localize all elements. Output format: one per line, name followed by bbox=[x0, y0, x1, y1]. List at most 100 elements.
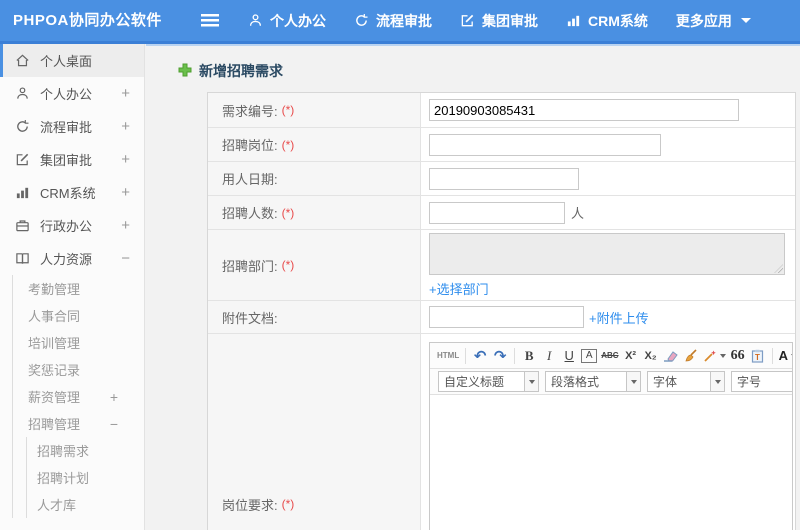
page-title-text: 新增招聘需求 bbox=[199, 63, 283, 79]
hr-submenu: 考勤管理 人事合同 培训管理 奖惩记录 薪资管理 + 招聘管理 − 招聘需求 招… bbox=[12, 275, 144, 518]
sidebar-item-workflow-approval[interactable]: 流程审批 + bbox=[0, 110, 144, 143]
form-row-job-requirements: 岗位要求: (*) HTML ↶ ↷ B I U A ABC X² X₂ 66 … bbox=[208, 334, 795, 530]
font-size-select[interactable]: 字号 bbox=[731, 371, 792, 392]
bold-button[interactable]: B bbox=[521, 346, 537, 366]
submenu-item-attendance[interactable]: 考勤管理 bbox=[13, 275, 144, 302]
paste-as-text-button[interactable]: T bbox=[750, 346, 766, 366]
submenu-label: 人事合同 bbox=[28, 309, 81, 324]
nav-workflow-approval[interactable]: 流程审批 bbox=[354, 11, 432, 31]
submenu-label: 招聘需求 bbox=[37, 444, 90, 459]
sidebar-item-personal-desktop[interactable]: 个人桌面 bbox=[0, 44, 144, 77]
expand-toggle[interactable]: + bbox=[121, 118, 130, 135]
submenu-label: 培训管理 bbox=[28, 336, 81, 351]
remove-format-eraser-button[interactable] bbox=[663, 346, 679, 366]
nav-label: 更多应用 bbox=[675, 12, 732, 29]
hire-date-input[interactable] bbox=[429, 167, 579, 190]
magic-wand-button[interactable] bbox=[703, 346, 726, 366]
submenu-item-recruit-demand[interactable]: 招聘需求 bbox=[27, 437, 144, 464]
toolbar-separator bbox=[514, 347, 516, 364]
label-text: 附件文档: bbox=[222, 310, 278, 326]
submenu-item-hr-contract[interactable]: 人事合同 bbox=[13, 302, 144, 329]
expand-toggle[interactable]: + bbox=[121, 184, 130, 201]
strikethrough-button[interactable]: ABC bbox=[601, 346, 618, 366]
hamburger-menu-icon[interactable] bbox=[201, 14, 219, 27]
blockquote-button[interactable]: 66 bbox=[730, 346, 746, 366]
sidebar-item-label: 行政办公 bbox=[40, 219, 93, 234]
nav-more-apps[interactable]: 更多应用 bbox=[676, 11, 751, 31]
underline-button[interactable]: U bbox=[561, 346, 577, 366]
sidebar-item-admin-office[interactable]: 行政办公 + bbox=[0, 209, 144, 242]
select-caret-button[interactable] bbox=[626, 372, 640, 391]
expand-toggle[interactable]: + bbox=[121, 217, 130, 234]
attachment-upload-link[interactable]: +附件上传 bbox=[589, 308, 649, 327]
label-text: 用人日期: bbox=[222, 172, 278, 187]
nav-label: 流程审批 bbox=[376, 12, 432, 29]
sidebar-item-human-resources[interactable]: 人力资源 − bbox=[0, 242, 144, 275]
process-icon bbox=[354, 13, 369, 28]
form-row-department: 招聘部门: (*) +选择部门 bbox=[208, 230, 795, 301]
custom-heading-select[interactable]: 自定义标题 bbox=[438, 371, 539, 392]
paragraph-format-select[interactable]: 段落格式 bbox=[545, 371, 641, 392]
submenu-item-recruitment[interactable]: 招聘管理 − bbox=[13, 410, 144, 437]
page-title: 新增招聘需求 bbox=[178, 61, 800, 81]
expand-toggle[interactable]: + bbox=[121, 85, 130, 102]
select-caret-button[interactable] bbox=[524, 372, 538, 391]
sidebar-item-personal-office[interactable]: 个人办公 + bbox=[0, 77, 144, 110]
process-icon bbox=[14, 119, 31, 135]
top-nav: 个人办公 流程审批 集团审批 CRM系统 更多应用 bbox=[248, 0, 751, 41]
submenu-item-talent-pool[interactable]: 人才库 bbox=[27, 491, 144, 518]
font-family-select[interactable]: 字体 bbox=[647, 371, 725, 392]
expand-toggle[interactable]: + bbox=[110, 389, 118, 405]
field-label: 招聘部门: (*) bbox=[208, 230, 421, 300]
format-brush-broom-button[interactable] bbox=[683, 346, 699, 366]
recruit-demand-form: 需求编号: (*) 招聘岗位: (*) 用人日期: bbox=[207, 92, 796, 530]
submenu-item-training[interactable]: 培训管理 bbox=[13, 329, 144, 356]
app-window: PHPOA协同办公软件 个人办公 流程审批 集团审批 CRM系统 更多应用 个人… bbox=[0, 0, 800, 530]
submenu-label: 薪资管理 bbox=[28, 390, 81, 405]
form-row-position: 招聘岗位: (*) bbox=[208, 128, 795, 162]
nav-label: 个人办公 bbox=[270, 12, 326, 29]
position-input[interactable] bbox=[429, 133, 661, 156]
nav-personal-office[interactable]: 个人办公 bbox=[248, 11, 326, 31]
headcount-input[interactable] bbox=[429, 201, 565, 224]
caret-down-icon bbox=[630, 379, 637, 384]
demand-no-input[interactable] bbox=[429, 99, 739, 121]
field-label: 用人日期: bbox=[208, 162, 421, 195]
select-department-link[interactable]: +选择部门 bbox=[429, 279, 489, 298]
submenu-item-recruit-plan[interactable]: 招聘计划 bbox=[27, 464, 144, 491]
sidebar-item-crm-system[interactable]: CRM系统 + bbox=[0, 176, 144, 209]
subscript-button[interactable]: X₂ bbox=[643, 346, 659, 366]
toolbar-separator bbox=[465, 347, 467, 364]
resize-grip[interactable] bbox=[774, 263, 783, 273]
submenu-item-rewards[interactable]: 奖惩记录 bbox=[13, 356, 144, 383]
nav-crm-system[interactable]: CRM系统 bbox=[566, 11, 648, 31]
font-border-button[interactable]: A bbox=[581, 348, 598, 363]
superscript-button[interactable]: X² bbox=[623, 346, 639, 366]
main-content: 新增招聘需求 需求编号: (*) 招聘岗位: (*) bbox=[146, 44, 800, 530]
font-color-button[interactable]: A bbox=[779, 346, 792, 366]
bar-chart-icon bbox=[14, 185, 31, 201]
editor-content-area[interactable] bbox=[430, 395, 792, 530]
redo-button[interactable]: ↷ bbox=[492, 346, 508, 366]
undo-button[interactable]: ↶ bbox=[472, 346, 488, 366]
form-row-attachment: 附件文档: +附件上传 bbox=[208, 301, 795, 334]
expand-toggle[interactable]: + bbox=[121, 151, 130, 168]
required-mark: (*) bbox=[281, 258, 295, 272]
italic-button[interactable]: I bbox=[541, 346, 557, 366]
collapse-toggle[interactable]: − bbox=[121, 250, 130, 267]
collapse-toggle[interactable]: − bbox=[110, 416, 118, 432]
recruitment-submenu: 招聘需求 招聘计划 人才库 bbox=[26, 437, 144, 518]
select-caret-button[interactable] bbox=[710, 372, 724, 391]
required-mark: (*) bbox=[281, 103, 295, 117]
html-source-button[interactable]: HTML bbox=[437, 346, 459, 366]
toolbar-separator bbox=[771, 347, 773, 364]
department-textarea[interactable] bbox=[429, 232, 785, 275]
submenu-item-salary[interactable]: 薪资管理 + bbox=[13, 383, 144, 410]
caret-down-icon bbox=[790, 353, 792, 358]
field-label: 岗位要求: (*) bbox=[208, 334, 421, 530]
sidebar-item-group-approval[interactable]: 集团审批 + bbox=[0, 143, 144, 176]
attachment-input[interactable] bbox=[429, 306, 584, 328]
sidebar-item-label: 集团审批 bbox=[40, 153, 93, 168]
nav-group-approval[interactable]: 集团审批 bbox=[460, 11, 538, 31]
user-icon bbox=[14, 86, 31, 102]
